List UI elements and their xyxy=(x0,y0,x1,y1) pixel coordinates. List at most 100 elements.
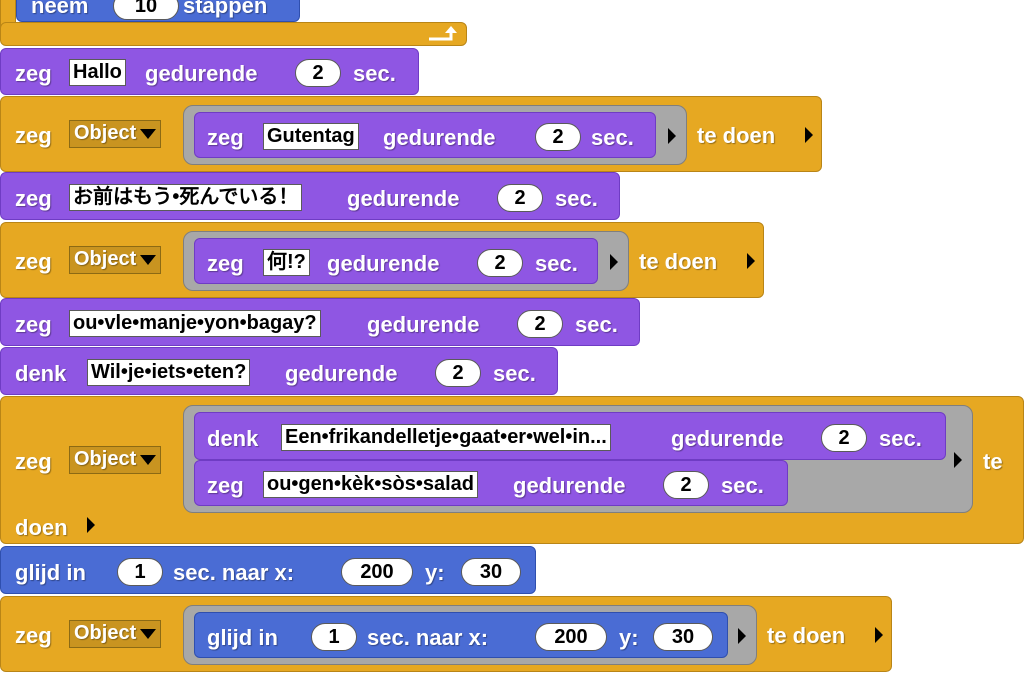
x-input[interactable]: 200 xyxy=(535,623,607,651)
secs-input[interactable]: 1 xyxy=(117,558,163,586)
y-input[interactable]: 30 xyxy=(461,558,521,586)
dropdown-value: Object xyxy=(74,248,137,270)
block-label: neem xyxy=(31,0,89,18)
secs-input[interactable]: 2 xyxy=(517,310,563,338)
expand-arrow-icon[interactable] xyxy=(87,517,95,533)
glide-block[interactable]: glijd in 1 sec. naar x: 200 y: 30 xyxy=(0,546,536,594)
block-label: gedurende xyxy=(327,251,440,276)
secs-input[interactable]: 2 xyxy=(497,184,543,212)
text-input[interactable]: 何!? xyxy=(263,249,310,276)
secs-input[interactable]: 2 xyxy=(821,424,867,452)
tell-object-block[interactable]: zeg Object denk Een•frikandelletje•gaat•… xyxy=(0,396,1024,544)
block-label: y: xyxy=(425,560,445,585)
block-label: te doen xyxy=(697,123,776,148)
text-input[interactable]: Een•frikandelletje•gaat•er•wel•in... xyxy=(281,424,611,451)
expand-arrow-icon[interactable] xyxy=(738,628,746,644)
say-for-secs-block[interactable]: zeg ou•gen•kèk•sòs•salad gedurende 2 sec… xyxy=(194,460,788,506)
tell-object-block[interactable]: zeg Object zeg 何!? gedurende 2 sec. te d… xyxy=(0,222,764,298)
block-label: gedurende xyxy=(347,186,460,211)
say-for-secs-block[interactable]: zeg ou•vle•manje•yon•bagay? gedurende 2 … xyxy=(0,298,640,346)
chevron-down-icon xyxy=(140,628,157,639)
text-input[interactable]: ou•vle•manje•yon•bagay? xyxy=(69,310,321,337)
block-label: zeg xyxy=(15,312,52,337)
block-label: zeg xyxy=(15,249,52,274)
tell-object-block[interactable]: zeg Object glijd in 1 sec. naar x: 200 y… xyxy=(0,596,892,672)
block-label: stappen xyxy=(183,0,268,18)
block-label: gedurende xyxy=(671,426,784,451)
expand-arrow-icon[interactable] xyxy=(805,127,813,143)
block-label: sec. xyxy=(555,186,598,211)
object-dropdown[interactable]: Object xyxy=(69,246,162,274)
secs-input[interactable]: 2 xyxy=(663,471,709,499)
block-label: doen xyxy=(15,515,68,540)
object-dropdown[interactable]: Object xyxy=(69,120,162,148)
block-label: zeg xyxy=(15,186,52,211)
ring-slot: glijd in 1 sec. naar x: 200 y: 30 xyxy=(183,605,757,665)
chevron-down-icon xyxy=(140,254,157,265)
block-label: zeg xyxy=(15,61,52,86)
block-label: te doen xyxy=(639,249,718,274)
block-label: te xyxy=(983,449,1003,474)
ring-slot: zeg 何!? gedurende 2 sec. xyxy=(183,231,629,291)
text-input[interactable]: Gutentag xyxy=(263,123,359,150)
block-label: sec. xyxy=(879,426,922,451)
block-label: gedurende xyxy=(513,473,626,498)
block-label: zeg xyxy=(207,251,244,276)
block-label: sec. xyxy=(575,312,618,337)
dropdown-value: Object xyxy=(74,622,137,644)
text-input[interactable]: Wil•je•iets•eten? xyxy=(87,359,251,386)
expand-arrow-icon[interactable] xyxy=(954,452,962,468)
ring-slot: zeg Gutentag gedurende 2 sec. xyxy=(183,105,687,165)
secs-input[interactable]: 2 xyxy=(535,123,581,151)
secs-input[interactable]: 2 xyxy=(435,359,481,387)
say-for-secs-block[interactable]: zeg Hallo gedurende 2 sec. xyxy=(0,48,419,95)
block-label: zeg xyxy=(207,473,244,498)
block-label: glijd in xyxy=(207,625,278,650)
secs-input[interactable]: 2 xyxy=(477,249,523,277)
block-label: y: xyxy=(619,625,639,650)
text-input[interactable]: お前はもう•死んでいる！ xyxy=(69,184,303,211)
loop-block-bottom-arm[interactable] xyxy=(0,22,467,46)
ring-slot: denk Een•frikandelletje•gaat•er•wel•in..… xyxy=(183,405,973,513)
think-for-secs-block[interactable]: denk Een•frikandelletje•gaat•er•wel•in..… xyxy=(194,412,946,460)
say-for-secs-block[interactable]: zeg Gutentag gedurende 2 sec. xyxy=(194,112,656,158)
tell-object-block[interactable]: zeg Object zeg Gutentag gedurende 2 sec.… xyxy=(0,96,822,172)
object-dropdown[interactable]: Object xyxy=(69,446,162,474)
block-label: sec. xyxy=(353,61,396,86)
dropdown-value: Object xyxy=(74,448,137,470)
expand-arrow-icon[interactable] xyxy=(668,128,676,144)
say-for-secs-block[interactable]: zeg お前はもう•死んでいる！ gedurende 2 sec. xyxy=(0,172,620,220)
object-dropdown[interactable]: Object xyxy=(69,620,162,648)
block-label: sec. xyxy=(535,251,578,276)
block-label: zeg xyxy=(15,123,52,148)
expand-arrow-icon[interactable] xyxy=(747,253,755,269)
block-label: te doen xyxy=(767,623,846,648)
glide-block[interactable]: glijd in 1 sec. naar x: 200 y: 30 xyxy=(194,612,728,658)
text-input[interactable]: ou•gen•kèk•sòs•salad xyxy=(263,471,478,498)
block-label: sec. xyxy=(591,125,634,150)
text-input[interactable]: Hallo xyxy=(69,59,126,86)
block-label: sec. xyxy=(493,361,536,386)
think-for-secs-block[interactable]: denk Wil•je•iets•eten? gedurende 2 sec. xyxy=(0,347,558,395)
secs-input[interactable]: 2 xyxy=(295,59,341,87)
loop-arrow-icon xyxy=(429,26,457,41)
block-label: gedurende xyxy=(285,361,398,386)
say-for-secs-block[interactable]: zeg 何!? gedurende 2 sec. xyxy=(194,238,598,284)
dropdown-value: Object xyxy=(74,122,137,144)
block-label: sec. xyxy=(721,473,764,498)
expand-arrow-icon[interactable] xyxy=(875,627,883,643)
block-label: sec. naar x: xyxy=(173,560,295,585)
block-label: gedurende xyxy=(145,61,258,86)
steps-input[interactable]: 10 xyxy=(113,0,179,20)
block-label: sec. naar x: xyxy=(367,625,489,650)
block-label: zeg xyxy=(15,449,52,474)
move-steps-block[interactable]: neem 10 stappen xyxy=(16,0,300,22)
expand-arrow-icon[interactable] xyxy=(610,254,618,270)
secs-input[interactable]: 1 xyxy=(311,623,357,651)
block-label: zeg xyxy=(15,623,52,648)
x-input[interactable]: 200 xyxy=(341,558,413,586)
block-label: gedurende xyxy=(383,125,496,150)
block-label: denk xyxy=(207,426,259,451)
y-input[interactable]: 30 xyxy=(653,623,713,651)
chevron-down-icon xyxy=(140,128,157,139)
